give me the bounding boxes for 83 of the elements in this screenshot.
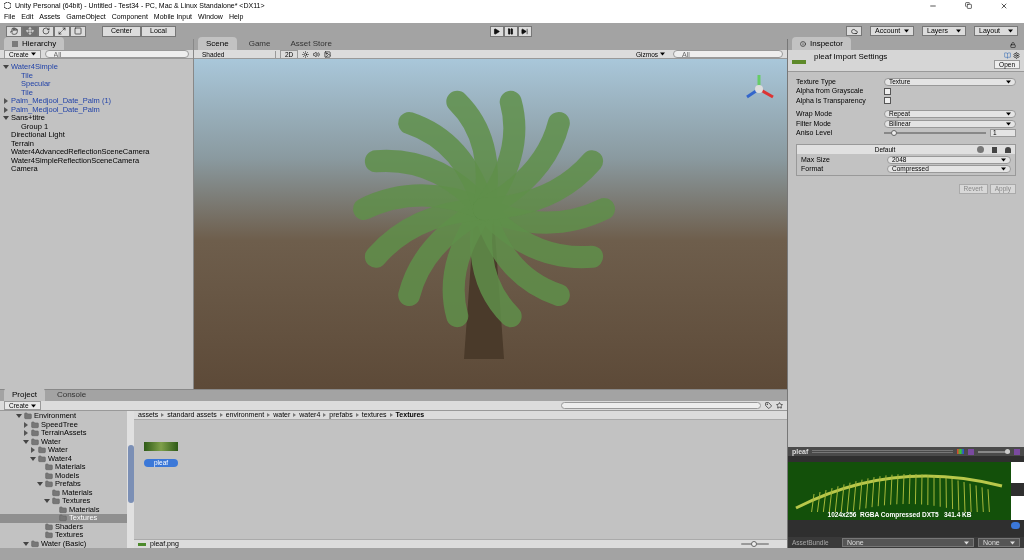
platform-icon[interactable] [977,146,984,153]
dropdown-arrow-icon [1008,29,1013,33]
texture-thumbnail[interactable] [144,442,179,451]
app-logo-icon [4,2,11,9]
playback-button[interactable] [503,25,518,37]
panel-tab[interactable]: Scene [198,37,237,50]
expand-arrow-icon[interactable] [23,438,29,445]
hand-icon [10,27,18,35]
expand-arrow-icon[interactable] [23,430,29,437]
breadcrumb-separator-icon [267,413,271,417]
panel-tab[interactable]: Console [48,388,95,401]
breadcrumb-separator-icon [293,413,297,417]
texture-file-icon [138,542,146,546]
expand-arrow-icon[interactable] [23,421,29,428]
zoom-slider-thumb[interactable] [750,541,757,547]
dropdown-arrow-icon [1006,79,1011,84]
cloud-icon [850,27,858,35]
pause-icon [507,27,515,35]
dropdown-arrow-icon [904,29,909,33]
effects-icon[interactable] [324,50,332,58]
rotate-icon [42,27,50,35]
expand-arrow-icon[interactable] [23,540,29,547]
expand-arrow-icon[interactable] [37,481,43,488]
close-icon[interactable] [1000,1,1008,10]
breadcrumb-separator-icon [161,413,165,417]
mip-slider-thumb[interactable] [1005,448,1010,454]
step-icon [521,27,529,35]
expand-arrow-icon[interactable] [3,98,9,105]
search-field[interactable] [561,402,761,409]
expand-arrow-icon[interactable] [44,498,50,505]
dropdown-arrow-icon [964,540,969,545]
playback-button[interactable] [517,25,532,37]
dropdown-arrow-icon [956,29,961,33]
list-icon [12,40,18,47]
expand-arrow-icon[interactable] [30,455,36,462]
inspector-title: pleaf Import Settings [814,52,889,61]
cloud-button[interactable] [846,26,862,36]
panel-tab[interactable]: Hierarchy [4,37,65,50]
expand-arrow-icon[interactable] [3,115,9,122]
lock-icon[interactable] [1010,42,1016,48]
audio-icon[interactable] [313,50,321,58]
expand-arrow-icon[interactable] [30,447,36,454]
tool-button[interactable] [38,25,54,37]
lighting-icon[interactable] [302,50,310,58]
info-icon [800,40,806,47]
tool-button[interactable] [22,25,38,37]
dropdown-arrow-icon [660,52,665,56]
scale-icon [58,27,66,35]
dropdown-arrow-icon [1010,540,1015,545]
texture-tile [1011,496,1024,520]
tool-button[interactable] [54,25,70,37]
breadcrumb-separator-icon [219,413,223,417]
tool-button[interactable] [70,25,86,37]
panel-tab[interactable]: Project [4,388,45,401]
panel-tab[interactable]: Inspector [792,37,851,50]
move-icon [26,27,34,35]
expand-arrow-icon[interactable] [3,106,9,113]
expand-arrow-icon[interactable] [16,413,22,420]
label-icon[interactable] [765,402,772,409]
breadcrumb-separator-icon [355,413,359,417]
breadcrumb-separator-icon [389,413,393,417]
panel-tab[interactable]: Game [240,37,279,50]
settings-icon[interactable] [1013,52,1020,59]
dropdown-arrow-icon [30,52,36,56]
breadcrumb-separator-icon [323,413,327,417]
panel-tab[interactable]: Asset Store [282,37,340,50]
expand-arrow-icon[interactable] [3,64,9,71]
folder-icon [31,539,39,548]
rect-tool-icon [74,27,82,35]
playback-button[interactable] [489,25,504,37]
checkbox[interactable] [884,97,891,105]
tool-button[interactable] [6,25,22,37]
dropdown-arrow-icon [30,403,36,408]
scrollbar-thumb[interactable] [127,445,134,503]
restore-icon[interactable] [965,2,972,9]
scene-viewport[interactable] [194,59,787,389]
help-icon[interactable] [1004,52,1011,59]
checkbox[interactable] [884,87,891,95]
play-icon [493,27,501,35]
slider-thumb[interactable] [891,130,898,137]
favorite-icon[interactable] [776,402,783,409]
texture-tile [1011,462,1024,483]
texture-thumbnail [792,60,806,64]
